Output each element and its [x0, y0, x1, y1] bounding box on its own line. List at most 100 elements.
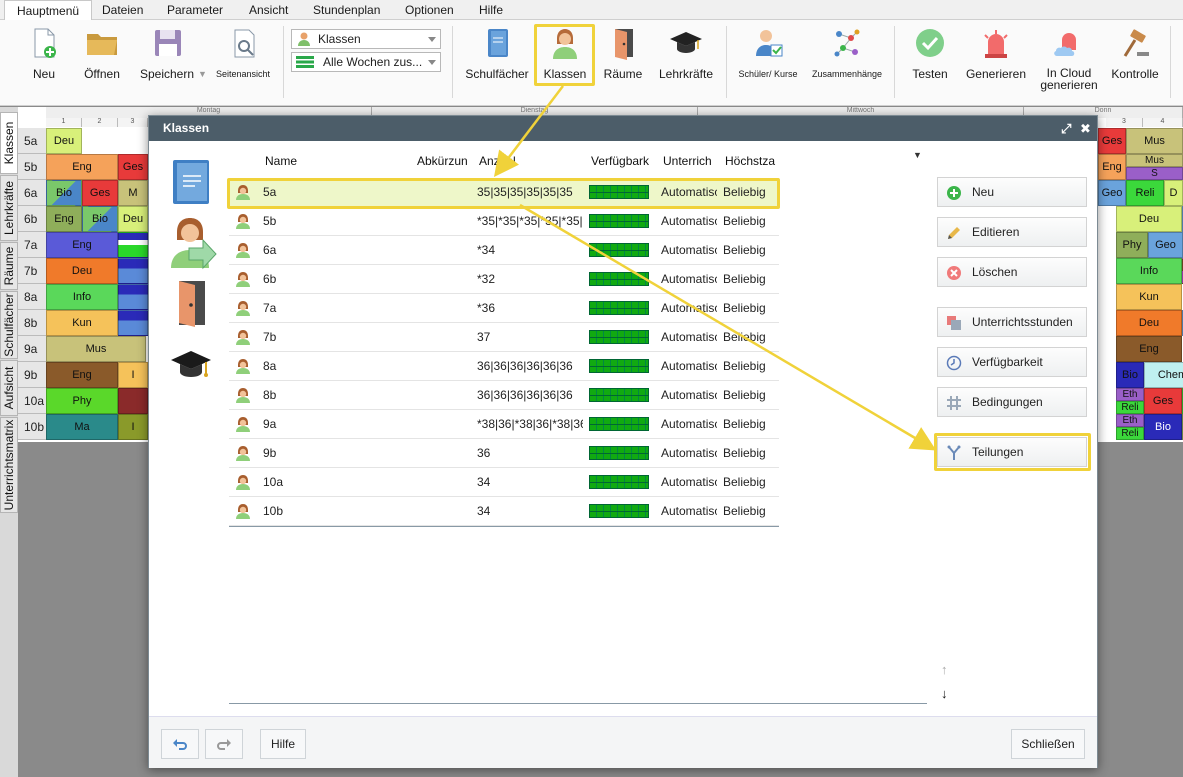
side-tab-lehrkraefte[interactable]: Lehrkräfte: [0, 175, 18, 241]
lesson-cell[interactable]: Eng: [1116, 336, 1182, 362]
class-transfer-icon[interactable]: [169, 216, 217, 270]
lesson-cell[interactable]: D: [1164, 180, 1183, 206]
lesson-cell[interactable]: Eng: [46, 206, 82, 232]
lesson-cell[interactable]: [118, 232, 148, 258]
lesson-cell[interactable]: Ges: [118, 154, 148, 180]
column-header-unterricht[interactable]: Unterrich: [663, 154, 719, 168]
open-file-button[interactable]: Öffnen: [80, 26, 124, 81]
lesson-cell[interactable]: Bio: [46, 180, 82, 206]
divisions-button[interactable]: Teilungen: [937, 437, 1087, 467]
teachers-button[interactable]: Lehrkräfte: [656, 26, 716, 81]
test-button[interactable]: Testen: [908, 26, 952, 81]
table-row[interactable]: 9b 36 Automatisc Beliebig: [229, 439, 779, 468]
menu-optionen[interactable]: Optionen: [405, 0, 454, 20]
menu-parameter[interactable]: Parameter: [167, 0, 223, 20]
save-button[interactable]: Speichern: [136, 26, 198, 81]
new-class-button[interactable]: Neu: [937, 177, 1087, 207]
lesson-cell[interactable]: Mus: [1126, 128, 1183, 154]
lesson-cell[interactable]: Reli: [1126, 180, 1164, 206]
lesson-cell[interactable]: Geo: [1098, 180, 1126, 206]
lesson-cell[interactable]: Ges: [1144, 388, 1182, 414]
undo-button[interactable]: [161, 729, 199, 759]
lesson-cell[interactable]: Eth: [1116, 388, 1144, 401]
lesson-cell[interactable]: Deu: [46, 128, 82, 154]
menu-stundenplan[interactable]: Stundenplan: [313, 0, 380, 20]
lesson-cell[interactable]: Deu: [1116, 310, 1182, 336]
side-tab-raeume[interactable]: Räume: [0, 242, 18, 290]
table-row[interactable]: 9a *38|36|*38|36|*38|36 Automatisc Beliebig: [229, 410, 779, 439]
move-down-icon[interactable]: ↓: [941, 686, 948, 701]
save-dropdown-arrow-icon[interactable]: ▼: [198, 69, 207, 79]
lessons-button[interactable]: Unterrichtsstunden: [937, 307, 1087, 337]
lesson-cell[interactable]: Phy: [46, 388, 118, 414]
graduation-cap-icon[interactable]: [169, 342, 213, 390]
control-button[interactable]: Kontrolle: [1108, 26, 1162, 81]
edit-class-button[interactable]: Editieren: [937, 217, 1087, 247]
classes-button[interactable]: Klassen: [538, 26, 592, 81]
table-row[interactable]: 6b *32 Automatisc Beliebig: [229, 265, 779, 294]
lesson-cell[interactable]: S: [1126, 167, 1183, 180]
lesson-cell[interactable]: Deu: [1116, 206, 1182, 232]
column-header-name[interactable]: Name: [265, 154, 335, 168]
menu-hilfe[interactable]: Hilfe: [479, 0, 503, 20]
delete-class-button[interactable]: Löschen: [937, 257, 1087, 287]
rooms-button[interactable]: Räume: [602, 26, 644, 81]
column-header-anzahl[interactable]: Anzahl: [479, 154, 539, 168]
column-header-verfuegbarkeit[interactable]: Verfügbark: [591, 154, 655, 168]
redo-button[interactable]: [205, 729, 243, 759]
lesson-cell[interactable]: [118, 258, 148, 284]
menu-dateien[interactable]: Dateien: [102, 0, 143, 20]
subjects-button[interactable]: Schulfächer: [463, 26, 531, 81]
lesson-cell[interactable]: Eng: [46, 154, 118, 180]
lesson-cell[interactable]: Eth: [1116, 414, 1144, 427]
lesson-cell[interactable]: Eng: [46, 232, 118, 258]
lesson-cell[interactable]: Info: [1116, 258, 1182, 284]
table-row[interactable]: 5b *35|*35|*35|*35|*35| Automatisc Beliebig: [229, 207, 779, 236]
side-tab-unterrichtsmatrix[interactable]: Unterrichtsmatrix: [0, 417, 18, 513]
close-icon[interactable]: ✖: [1080, 116, 1091, 141]
lesson-cell[interactable]: Ges: [82, 180, 118, 206]
table-row[interactable]: 7a *36 Automatisc Beliebig: [229, 294, 779, 323]
lesson-cell[interactable]: [118, 310, 148, 336]
table-row[interactable]: 6a *34 Automatisc Beliebig: [229, 236, 779, 265]
help-button[interactable]: Hilfe: [260, 729, 306, 759]
lesson-cell[interactable]: Eng: [1098, 154, 1126, 180]
lesson-cell[interactable]: Chem: [1144, 362, 1183, 388]
table-row[interactable]: 8a 36|36|36|36|36|36 Automatisc Beliebig: [229, 352, 779, 381]
lesson-cell[interactable]: Mus: [1126, 154, 1183, 167]
lesson-cell[interactable]: Ges: [1098, 128, 1126, 154]
menu-ansicht[interactable]: Ansicht: [249, 0, 288, 20]
students-courses-button[interactable]: Schüler/ Kurse: [736, 26, 800, 79]
table-row[interactable]: 10a 34 Automatisc Beliebig: [229, 468, 779, 497]
cloud-generate-button[interactable]: In Cloud generieren: [1038, 26, 1100, 91]
lesson-cell[interactable]: [118, 388, 148, 414]
column-menu-arrow-icon[interactable]: ▼: [913, 150, 922, 160]
lesson-cell[interactable]: Deu: [46, 258, 118, 284]
lesson-cell[interactable]: M: [118, 180, 148, 206]
menu-hauptmenue[interactable]: Hauptmenü: [4, 0, 93, 21]
lesson-cell[interactable]: Phy: [1116, 232, 1148, 258]
availability-button[interactable]: Verfügbarkeit: [937, 347, 1087, 377]
lesson-cell[interactable]: Bio: [82, 206, 118, 232]
lesson-cell[interactable]: Bio: [1144, 414, 1182, 440]
move-up-icon[interactable]: ↑: [941, 662, 948, 677]
column-header-abkuerzung[interactable]: Abkürzun: [417, 154, 473, 168]
table-row[interactable]: 7b 37 Automatisc Beliebig: [229, 323, 779, 352]
lesson-cell[interactable]: Geo: [1148, 232, 1183, 258]
table-row[interactable]: 8b 36|36|36|36|36|36 Automatisc Beliebig: [229, 381, 779, 410]
lesson-cell[interactable]: Ma: [46, 414, 118, 440]
generate-button[interactable]: Generieren: [963, 26, 1029, 81]
new-file-button[interactable]: Neu: [26, 26, 62, 81]
book-icon[interactable]: [169, 158, 213, 206]
lesson-cell[interactable]: Info: [46, 284, 118, 310]
lesson-cell[interactable]: Reli: [1116, 401, 1144, 414]
lesson-cell[interactable]: Reli: [1116, 427, 1144, 440]
lesson-cell[interactable]: I: [118, 414, 148, 440]
lesson-cell[interactable]: Bio: [1116, 362, 1144, 388]
close-button[interactable]: Schließen: [1011, 729, 1085, 759]
constraints-button[interactable]: Bedingungen: [937, 387, 1087, 417]
lesson-cell[interactable]: Kun: [46, 310, 118, 336]
lesson-cell[interactable]: [118, 284, 148, 310]
lesson-cell[interactable]: Eng: [46, 362, 118, 388]
weeks-select[interactable]: Alle Wochen zus...: [291, 52, 441, 72]
